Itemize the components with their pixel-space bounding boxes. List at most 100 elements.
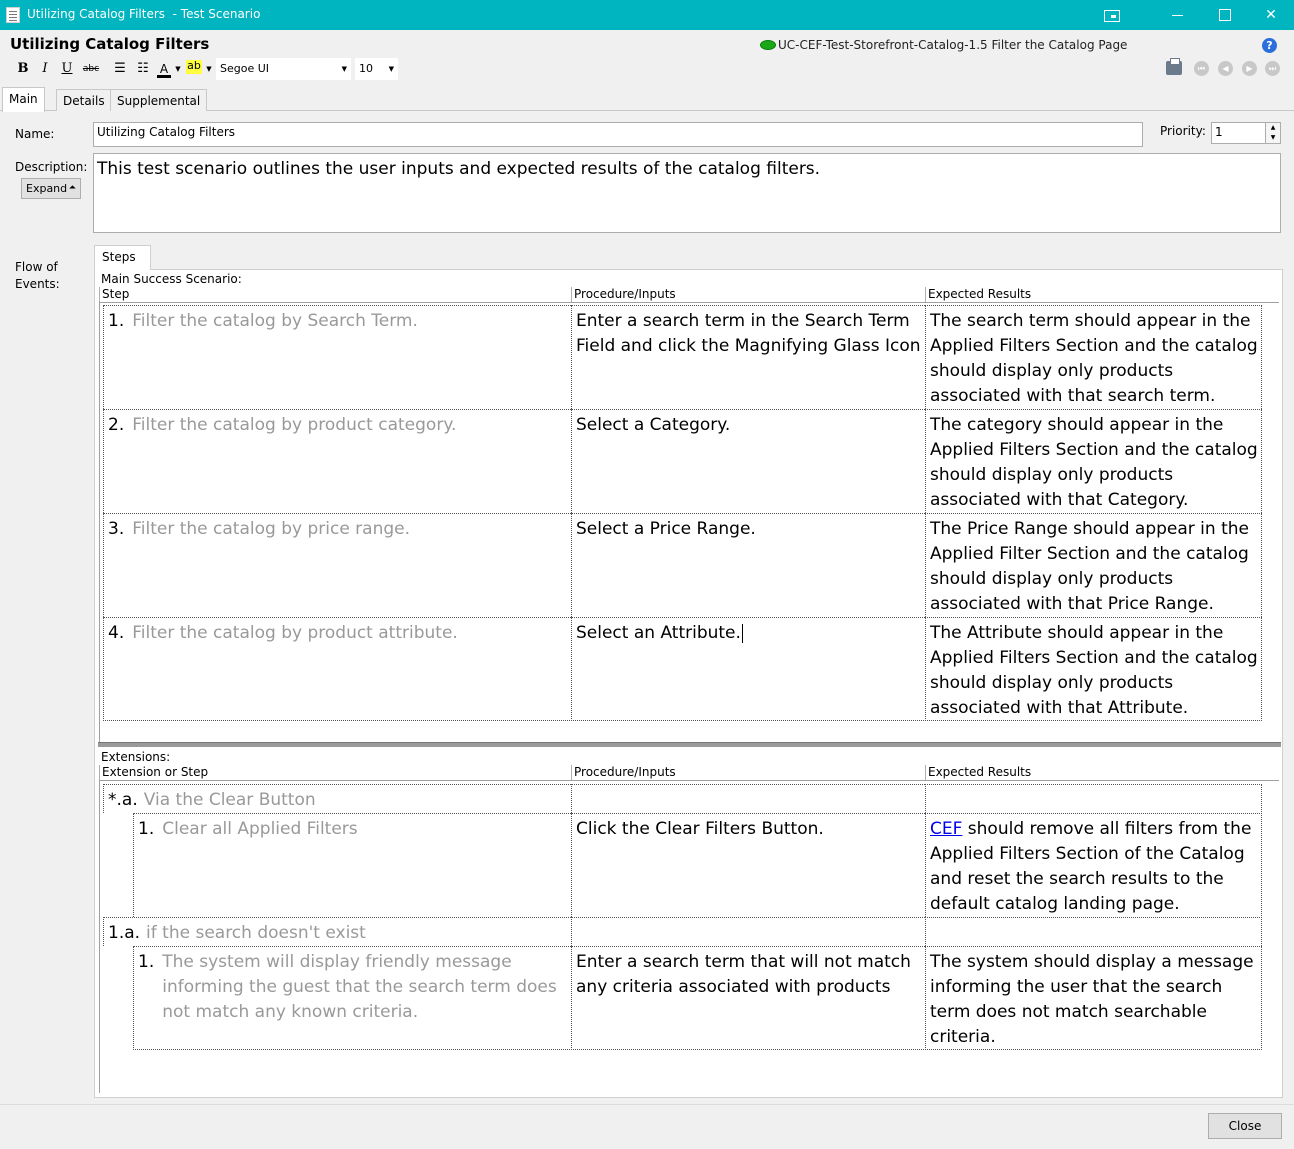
first-record-icon[interactable]: ⏮ (1194, 61, 1209, 76)
maximize-icon[interactable] (1201, 0, 1247, 30)
expand-button[interactable]: Expand ⏶ (21, 178, 81, 199)
step-text: Filter the catalog by product attribute. (132, 623, 458, 643)
extension-row-procedure[interactable] (571, 917, 925, 946)
table-row-expected[interactable]: The Price Range should appear in the App… (925, 513, 1262, 617)
extension-step-row[interactable]: 1. Clear all Applied Filters (133, 813, 571, 917)
table-row-procedure[interactable]: Enter a search term in the Search Term F… (571, 305, 925, 409)
header-divider (99, 780, 1279, 781)
extension-row-procedure[interactable] (571, 784, 925, 813)
table-row-procedure[interactable]: Select a Price Range. (571, 513, 925, 617)
font-color-button[interactable]: A (157, 58, 171, 80)
extension-title: Via the Clear Button (143, 790, 316, 810)
column-header-step: Step (99, 287, 571, 303)
table-row-step[interactable]: 2. Filter the catalog by product category… (103, 409, 571, 513)
grid-left-border (99, 780, 100, 1093)
extension-step-expected[interactable]: CEF should remove all filters from the A… (925, 813, 1262, 917)
text-caret (741, 623, 743, 643)
last-record-icon[interactable]: ⏭ (1265, 61, 1280, 76)
flow-of-events-label-line1: Flow of (15, 260, 58, 274)
font-color-dropdown-icon[interactable]: ▼ (174, 58, 182, 80)
table-row-procedure[interactable]: Select a Category. (571, 409, 925, 513)
table-right-border (1261, 784, 1262, 1050)
italic-button[interactable]: I (38, 58, 52, 80)
next-record-icon[interactable]: ▶ (1242, 61, 1257, 76)
extension-number: *.a. (108, 790, 138, 810)
column-header-extension: Extension or Step (99, 765, 571, 781)
table-row-procedure-active[interactable]: Select an Attribute. (571, 617, 925, 721)
font-size-select[interactable]: 10 ▼ (355, 58, 398, 80)
table-bottom-border (103, 720, 1262, 721)
table-row-expected[interactable]: The category should appear in the Applie… (925, 409, 1262, 513)
table-row-step[interactable]: 3. Filter the catalog by price range. (103, 513, 571, 617)
chevron-down-icon: ▼ (341, 65, 347, 73)
table-row-step[interactable]: 4. Filter the catalog by product attribut… (103, 617, 571, 721)
highlight-button[interactable]: ab (186, 60, 202, 74)
highlight-dropdown-icon[interactable]: ▼ (205, 58, 213, 80)
grid-left-border (99, 302, 100, 742)
extension-number: 1.a. (108, 923, 141, 943)
minimize-icon[interactable] (1155, 0, 1201, 30)
strikethrough-button[interactable]: abc (82, 58, 100, 80)
spin-down-icon[interactable]: ▼ (1266, 133, 1280, 143)
section-splitter[interactable] (98, 742, 1281, 747)
document-title: Utilizing Catalog Filters (10, 35, 210, 53)
extension-row-expected[interactable] (925, 784, 1262, 813)
document-icon (6, 7, 20, 23)
column-header-expected: Expected Results (925, 287, 1279, 303)
snap-layout-icon[interactable] (1088, 0, 1134, 30)
tab-main[interactable]: Main (2, 87, 45, 112)
name-input[interactable]: Utilizing Catalog Filters (93, 122, 1143, 147)
table-row-expected[interactable]: The Attribute should appear in the Appli… (925, 617, 1262, 721)
cef-link[interactable]: CEF (930, 819, 962, 839)
previous-record-icon[interactable]: ◀ (1218, 61, 1233, 76)
extension-row-expected[interactable] (925, 917, 1262, 946)
column-header-procedure: Procedure/Inputs (571, 287, 925, 303)
close-button[interactable]: Close (1208, 1113, 1282, 1139)
table-row-expected[interactable]: The search term should appear in the App… (925, 305, 1262, 409)
print-icon[interactable] (1166, 58, 1182, 75)
step-text: Filter the catalog by product category. (132, 415, 457, 435)
extension-step-expected[interactable]: The system should display a message info… (925, 946, 1262, 1050)
step-number: 1. (108, 311, 125, 331)
description-input[interactable]: This test scenario outlines the user inp… (93, 153, 1281, 233)
priority-spinner[interactable]: ▲ ▼ (1265, 122, 1281, 144)
expand-label: Expand (26, 182, 68, 195)
step-number: 3. (108, 519, 125, 539)
step-number: 4. (108, 623, 125, 643)
extension-step-procedure[interactable]: Click the Clear Filters Button. (571, 813, 925, 917)
status-green-icon (760, 40, 776, 50)
use-case-link[interactable]: UC-CEF-Test-Storefront-Catalog-1.5 Filte… (760, 38, 1127, 52)
priority-label: Priority: (1160, 124, 1206, 138)
step-text: The system will display friendly message… (162, 952, 557, 1022)
footer-divider (0, 1104, 1294, 1105)
underline-button[interactable]: U (60, 58, 74, 80)
table-row-step[interactable]: 1. Filter the catalog by Search Term. (103, 305, 571, 409)
step-number: 2. (108, 415, 125, 435)
step-text: Filter the catalog by price range. (132, 519, 411, 539)
tab-steps[interactable]: Steps (94, 245, 151, 270)
table-bottom-border (133, 1049, 1262, 1050)
extension-row[interactable]: *.a. Via the Clear Button (103, 784, 571, 813)
step-number: 1. (138, 952, 155, 972)
close-window-icon[interactable]: ✕ (1248, 0, 1294, 30)
procedure-text: Select an Attribute. (576, 623, 741, 643)
extension-step-procedure[interactable]: Enter a search term that will not match … (571, 946, 925, 1050)
bullet-list-icon[interactable]: ☰ (112, 58, 128, 80)
numbered-list-icon[interactable]: ☷ (135, 58, 151, 80)
extension-step-row[interactable]: 1. The system will display friendly messa… (133, 946, 571, 1050)
tab-supplemental[interactable]: Supplemental (110, 89, 208, 111)
expected-text: should remove all filters from the Appli… (930, 819, 1252, 914)
extensions-label: Extensions: (101, 750, 171, 764)
bold-button[interactable]: B (15, 58, 31, 80)
window-titlebar: Utilizing Catalog Filters - Test Scenari… (0, 0, 1294, 30)
spin-up-icon[interactable]: ▲ (1266, 123, 1280, 133)
name-label: Name: (15, 127, 55, 141)
priority-input[interactable]: 1 (1211, 122, 1266, 144)
extension-row[interactable]: 1.a. if the search doesn't exist (103, 917, 571, 946)
tab-details[interactable]: Details (56, 89, 112, 111)
help-icon[interactable]: ? (1262, 38, 1277, 53)
font-family-value: Segoe UI (220, 62, 270, 75)
font-family-select[interactable]: Segoe UI ▼ (216, 58, 351, 80)
column-header-expected: Expected Results (925, 765, 1279, 781)
double-chevron-up-icon: ⏶ (68, 183, 76, 193)
